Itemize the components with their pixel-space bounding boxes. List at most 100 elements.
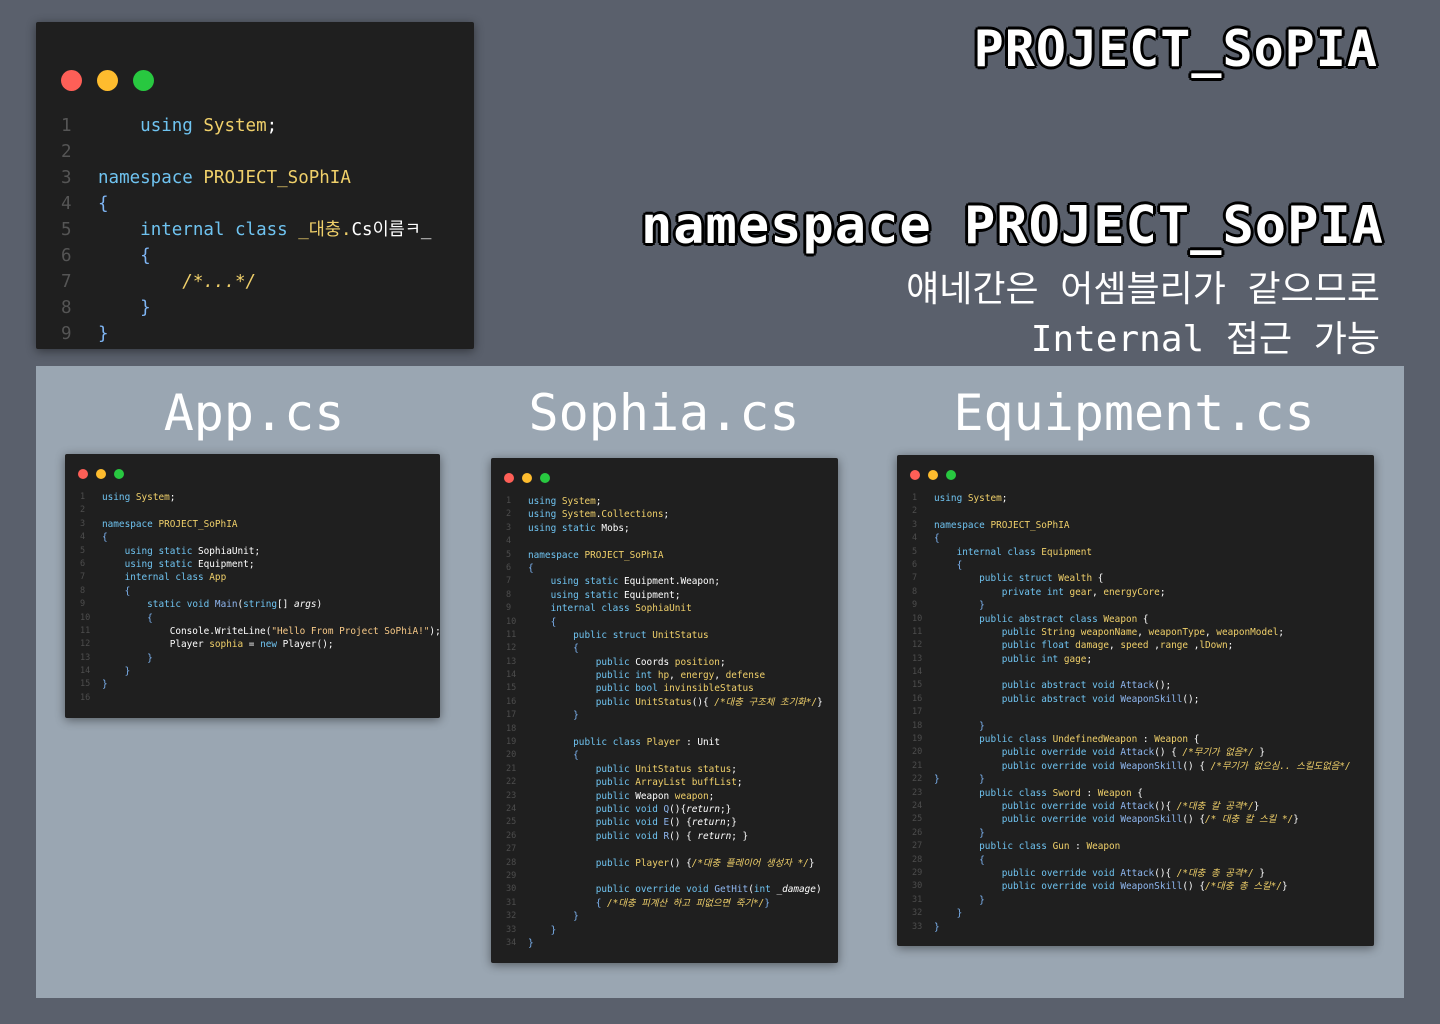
code-token: = xyxy=(243,639,261,651)
code-token: int xyxy=(635,670,653,682)
line-number: 30 xyxy=(506,884,517,895)
line-number: 14 xyxy=(912,667,923,678)
code-token: position xyxy=(674,656,720,668)
line-number: 15 xyxy=(80,679,91,690)
code-token: } xyxy=(1293,814,1299,826)
code-token: static xyxy=(158,558,193,570)
code-token: ; xyxy=(674,589,681,601)
code-token: ;} xyxy=(725,817,737,829)
code-token: _대충. xyxy=(298,220,352,240)
line-number: 5 xyxy=(61,220,72,240)
close-dot-icon[interactable] xyxy=(910,470,920,480)
code-token: using xyxy=(140,116,193,136)
code-token: (); xyxy=(316,639,334,651)
code-token: (); xyxy=(1182,693,1200,705)
code-line: 28 { xyxy=(912,854,1351,867)
close-dot-icon[interactable] xyxy=(78,469,88,479)
code-token: public xyxy=(595,817,630,829)
window-controls xyxy=(61,70,154,91)
window-controls xyxy=(78,469,124,479)
close-dot-icon[interactable] xyxy=(504,473,514,483)
minimize-dot-icon[interactable] xyxy=(522,473,532,483)
close-dot-icon[interactable] xyxy=(61,70,82,91)
code-token: override xyxy=(1041,867,1087,879)
code-token: Player xyxy=(282,639,317,651)
sophia-file-title: Sophia.cs xyxy=(528,384,800,442)
minimize-dot-icon[interactable] xyxy=(928,470,938,480)
code-token: weaponModel xyxy=(1216,626,1279,638)
line-number: 27 xyxy=(506,844,517,855)
code-token: using xyxy=(528,522,557,534)
code-token: () { xyxy=(1182,814,1205,826)
code-token: , xyxy=(669,670,681,682)
minimize-dot-icon[interactable] xyxy=(97,70,118,91)
code-token: /*무기가 없으심.. 스킬도없음*/ xyxy=(1210,760,1351,772)
line-number: 2 xyxy=(61,142,72,162)
line-number: 24 xyxy=(912,800,923,811)
code-line: 22 public ArrayList buffList; xyxy=(506,776,823,789)
code-block: 1 using System; 2 3 namespace PROJECT_SoPhIA… xyxy=(80,491,441,705)
line-number: 8 xyxy=(506,589,512,600)
line-number: 7 xyxy=(61,272,72,292)
code-token: public xyxy=(595,696,630,708)
code-line: 4{ xyxy=(61,191,431,217)
code-token: internal xyxy=(124,572,170,584)
maximize-dot-icon[interactable] xyxy=(946,470,956,480)
code-token: , xyxy=(714,670,726,682)
line-number: 18 xyxy=(912,720,923,731)
code-line: 15 public abstract void Attack (); xyxy=(912,679,1351,692)
code-token: lDown xyxy=(1199,640,1228,652)
code-token: using xyxy=(934,493,963,504)
code-token: class xyxy=(235,220,288,240)
code-line: 24 public void Q(){return;} xyxy=(506,803,823,816)
main-code-window: 1 using System; 2 3 namespace PROJECT_SoPhI… xyxy=(36,22,474,349)
code-token: public xyxy=(595,857,630,869)
code-token: namespace xyxy=(528,549,579,561)
code-token: /*...*/ xyxy=(182,272,257,292)
maximize-dot-icon[interactable] xyxy=(540,473,550,483)
code-token: namespace xyxy=(102,518,153,530)
code-token: override xyxy=(1041,814,1087,826)
code-token: energy xyxy=(680,670,715,682)
code-token: class xyxy=(1018,841,1047,853)
code-token: void xyxy=(686,884,709,896)
line-number: 22 xyxy=(912,774,923,785)
code-token: SophiaUnit xyxy=(635,603,692,615)
code-token: } xyxy=(1253,867,1266,879)
code-token: bool xyxy=(635,683,658,695)
code-block: 1 using System; 2 3 namespace PROJECT_SoPhIA… xyxy=(912,492,1351,934)
minimize-dot-icon[interactable] xyxy=(96,469,106,479)
line-number: 25 xyxy=(506,817,517,828)
code-token: { xyxy=(147,612,153,624)
code-token: public xyxy=(979,734,1014,746)
maximize-dot-icon[interactable] xyxy=(133,70,154,91)
line-number: 14 xyxy=(80,666,91,677)
code-token: () { xyxy=(669,830,698,842)
maximize-dot-icon[interactable] xyxy=(114,469,124,479)
code-token: UnitStatus xyxy=(652,629,709,641)
code-token: UnitStatus xyxy=(635,763,692,775)
line-number: 31 xyxy=(506,897,517,908)
code-token: ; xyxy=(719,656,726,668)
code-token: internal xyxy=(956,546,1002,558)
code-token: } xyxy=(102,679,108,691)
code-line: 4 xyxy=(506,535,823,548)
code-token: public xyxy=(979,613,1014,625)
code-line: 1 using System; xyxy=(61,113,431,139)
code-line: 11 public String weaponName, weaponType,… xyxy=(912,626,1351,639)
line-number: 9 xyxy=(506,603,512,614)
code-token: public xyxy=(595,777,630,789)
line-number: 25 xyxy=(912,814,923,825)
code-line: 13 public Coords position; xyxy=(506,656,823,669)
